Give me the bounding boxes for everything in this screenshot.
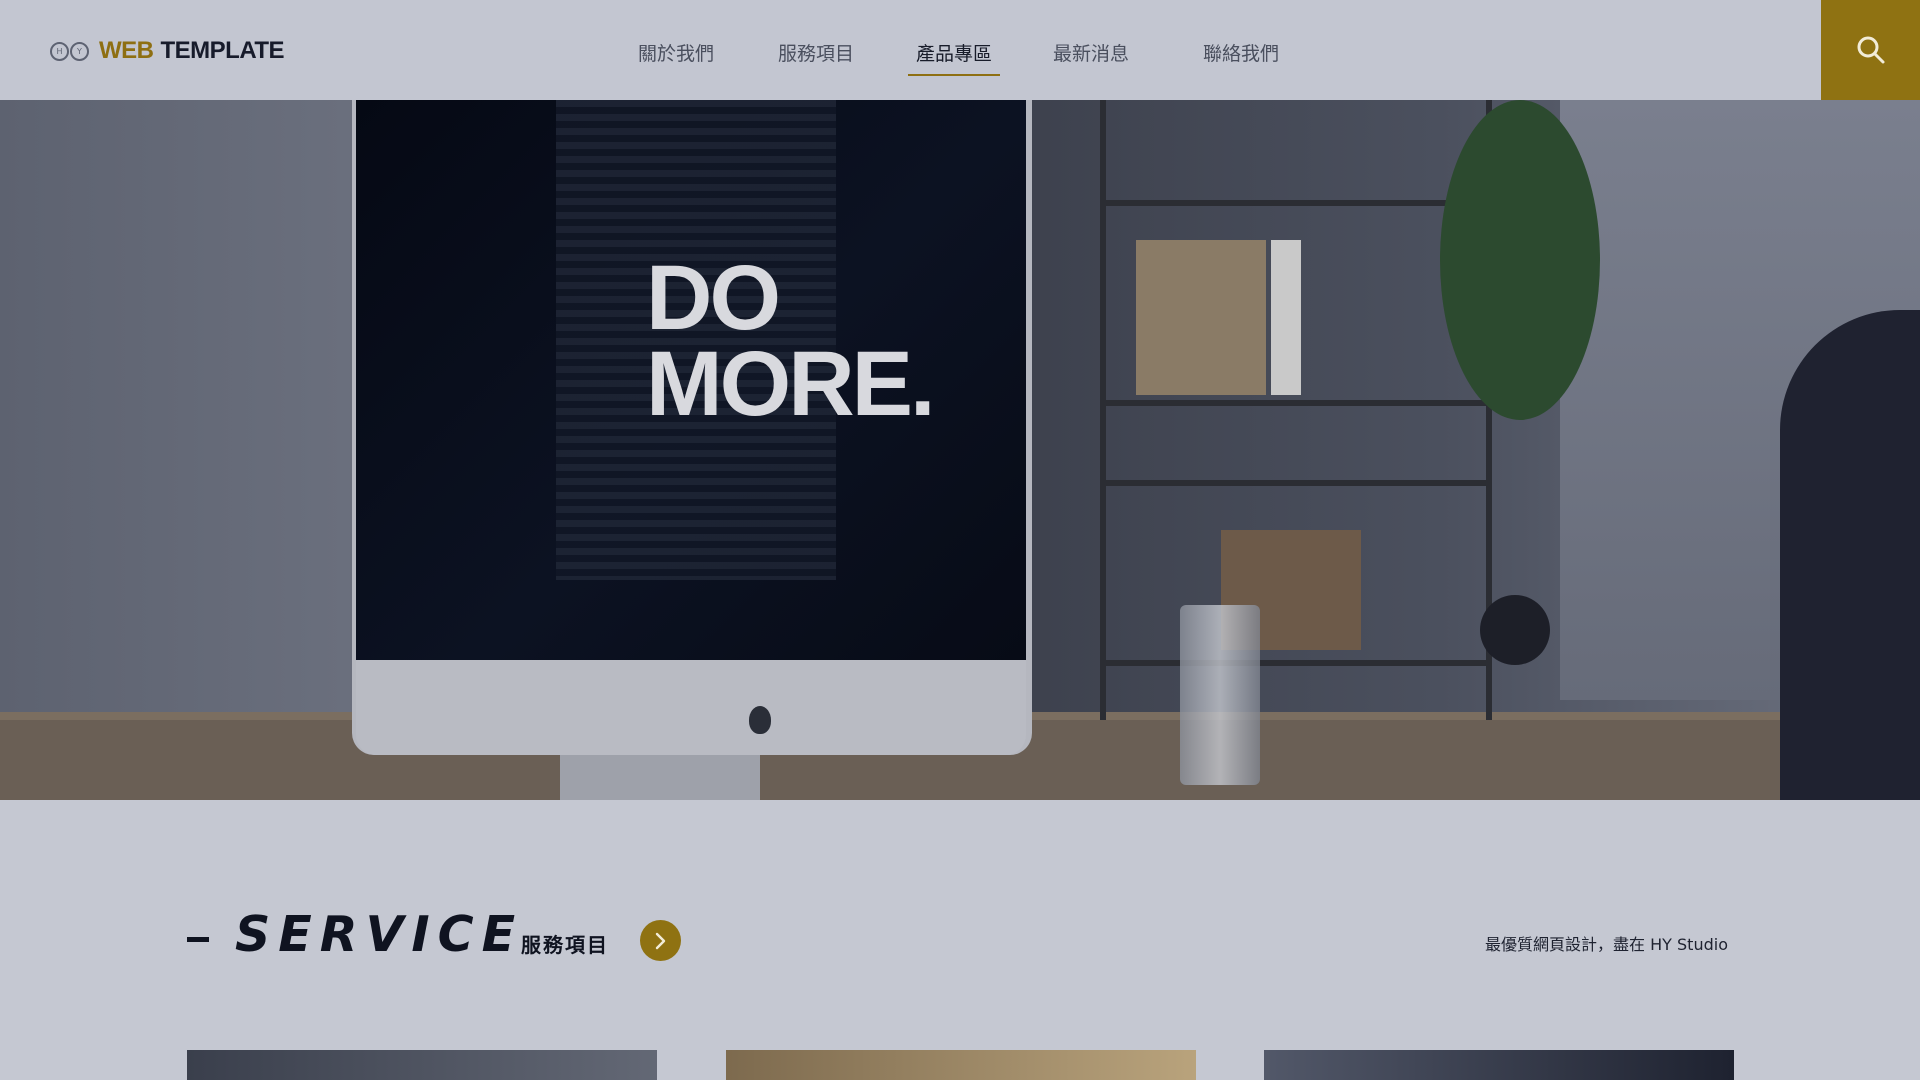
hero-screen-line-2: MORE. bbox=[646, 333, 936, 435]
service-card-1[interactable] bbox=[187, 1050, 657, 1080]
nav-products[interactable]: 產品專區 bbox=[916, 39, 992, 66]
shelf-board bbox=[1106, 480, 1486, 486]
chair bbox=[1780, 310, 1920, 800]
logo-ring-left: H bbox=[50, 41, 69, 61]
nav-contact[interactable]: 聯絡我們 bbox=[1203, 39, 1279, 66]
shelf-board bbox=[1106, 200, 1486, 206]
hero-monitor: DO MORE. bbox=[352, 100, 1032, 755]
monitor-screen: DO MORE. bbox=[356, 100, 1026, 660]
shelf-board bbox=[1106, 400, 1486, 406]
logo-ring-right: Y bbox=[70, 41, 89, 61]
site-logo[interactable]: H Y WEB TEMPLATE bbox=[50, 36, 285, 66]
service-title-dash bbox=[187, 937, 209, 942]
service-title: SERVICE bbox=[235, 906, 524, 963]
search-button[interactable] bbox=[1821, 0, 1920, 100]
service-more-button[interactable] bbox=[640, 920, 681, 961]
hero-screen-text: DO MORE. bbox=[646, 247, 936, 435]
shelf-board bbox=[1106, 660, 1486, 666]
service-tagline: 最優質網頁設計，盡在 HY Studio bbox=[1485, 935, 1728, 954]
nav-active-underline bbox=[908, 74, 1000, 76]
search-icon bbox=[1857, 36, 1884, 64]
notebook bbox=[1136, 240, 1266, 395]
service-subtitle: 服務項目 bbox=[521, 933, 609, 957]
monitor-stand bbox=[560, 755, 760, 800]
apple-logo-icon bbox=[749, 706, 771, 734]
monitor-chin bbox=[356, 660, 1026, 755]
nav-about[interactable]: 關於我們 bbox=[638, 39, 714, 66]
nav-services[interactable]: 服務項目 bbox=[778, 39, 854, 66]
logo-text-web: WEB bbox=[99, 37, 154, 64]
hero-carousel[interactable]: DO MORE. bbox=[0, 100, 1920, 800]
notebook bbox=[1271, 240, 1301, 395]
site-header: H Y WEB TEMPLATE 關於我們 服務項目 產品專區 最新消息 聯絡我… bbox=[0, 0, 1920, 101]
chevron-right-icon bbox=[655, 932, 665, 949]
water-glass bbox=[1180, 605, 1260, 785]
nav-news[interactable]: 最新消息 bbox=[1053, 39, 1129, 66]
service-card-2[interactable] bbox=[726, 1050, 1196, 1080]
hanging-plant bbox=[1440, 100, 1600, 420]
service-card-3[interactable] bbox=[1264, 1050, 1734, 1080]
headphones bbox=[1480, 595, 1550, 665]
hero-screen-line-1: DO bbox=[646, 247, 781, 349]
logo-mark-icon: H Y bbox=[50, 41, 89, 61]
bookshelf bbox=[1100, 100, 1492, 720]
logo-text-template: TEMPLATE bbox=[160, 37, 285, 64]
